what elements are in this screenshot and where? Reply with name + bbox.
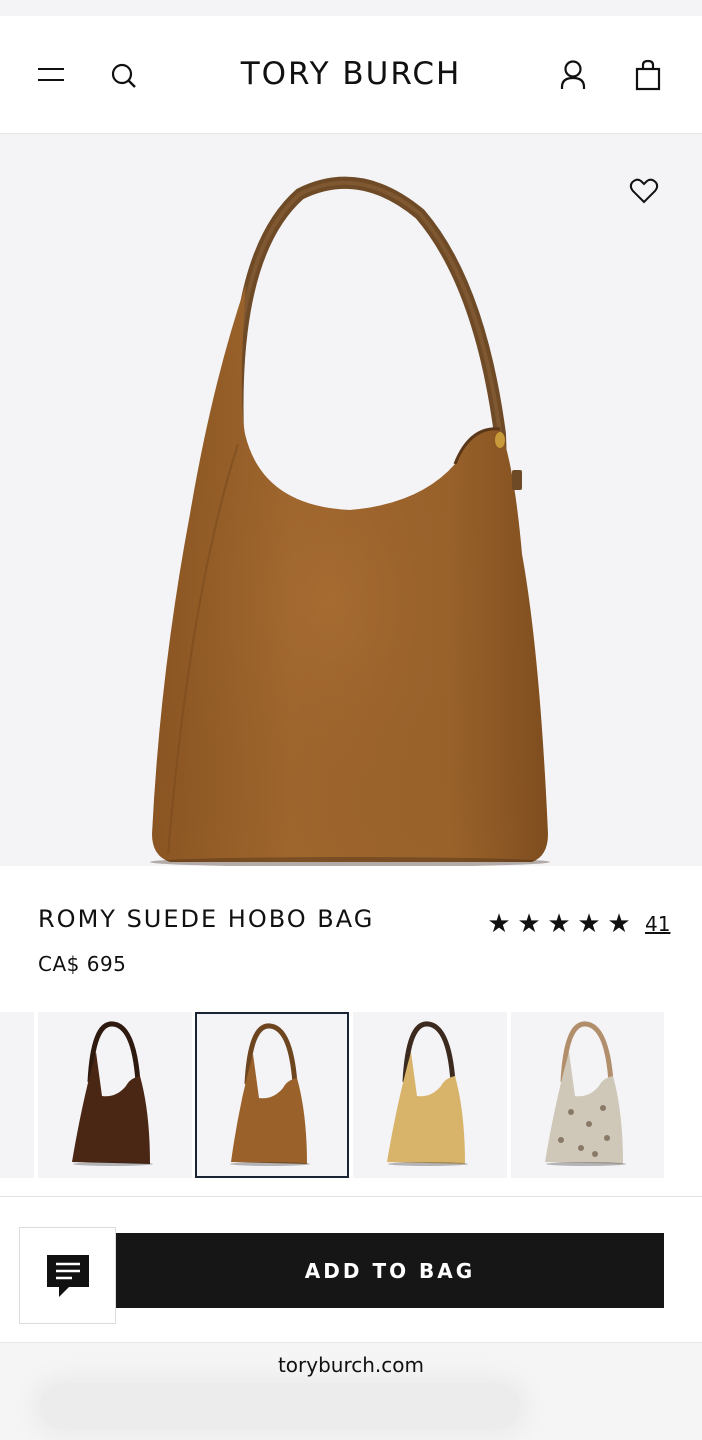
status-strip <box>0 0 702 16</box>
color-swatch-leopard[interactable] <box>511 1012 664 1178</box>
heart-icon[interactable] <box>622 170 666 212</box>
swatch-partial[interactable] <box>0 1012 34 1178</box>
shopping-bag-icon[interactable] <box>627 54 669 96</box>
product-photo <box>150 176 550 866</box>
menu-icon[interactable] <box>30 56 72 94</box>
product-rating[interactable]: ★ ★ ★ ★ ★ 41 <box>484 906 670 942</box>
color-swatch-carousel[interactable] <box>0 1012 702 1180</box>
search-icon[interactable] <box>104 56 144 96</box>
star-icon: ★ <box>547 909 571 939</box>
product-hero-image[interactable] <box>0 134 702 866</box>
star-icon: ★ <box>607 909 631 939</box>
color-swatch-raffia[interactable] <box>353 1012 507 1178</box>
color-swatch-chocolate[interactable] <box>38 1012 192 1178</box>
star-icon: ★ <box>577 909 601 939</box>
browser-address-bar: toryburch.com <box>0 1342 702 1440</box>
section-divider <box>0 1196 702 1197</box>
star-icon: ★ <box>517 909 541 939</box>
color-swatch-selected[interactable] <box>195 1012 349 1178</box>
url-display[interactable]: toryburch.com <box>0 1353 702 1377</box>
chat-button[interactable] <box>19 1227 116 1324</box>
account-icon[interactable] <box>552 54 594 96</box>
review-count-link[interactable]: 41 <box>645 912 670 936</box>
site-header: TORY BURCH <box>0 16 702 134</box>
blurred-toolbar <box>40 1383 520 1429</box>
star-icon: ★ <box>487 909 511 939</box>
add-to-bag-button[interactable]: ADD TO BAG <box>116 1233 664 1308</box>
brand-logo[interactable]: TORY BURCH <box>180 52 522 96</box>
product-title: ROMY SUEDE HOBO BAG <box>38 905 375 933</box>
chat-icon <box>46 1254 89 1297</box>
product-price: CA$ 695 <box>38 952 127 976</box>
